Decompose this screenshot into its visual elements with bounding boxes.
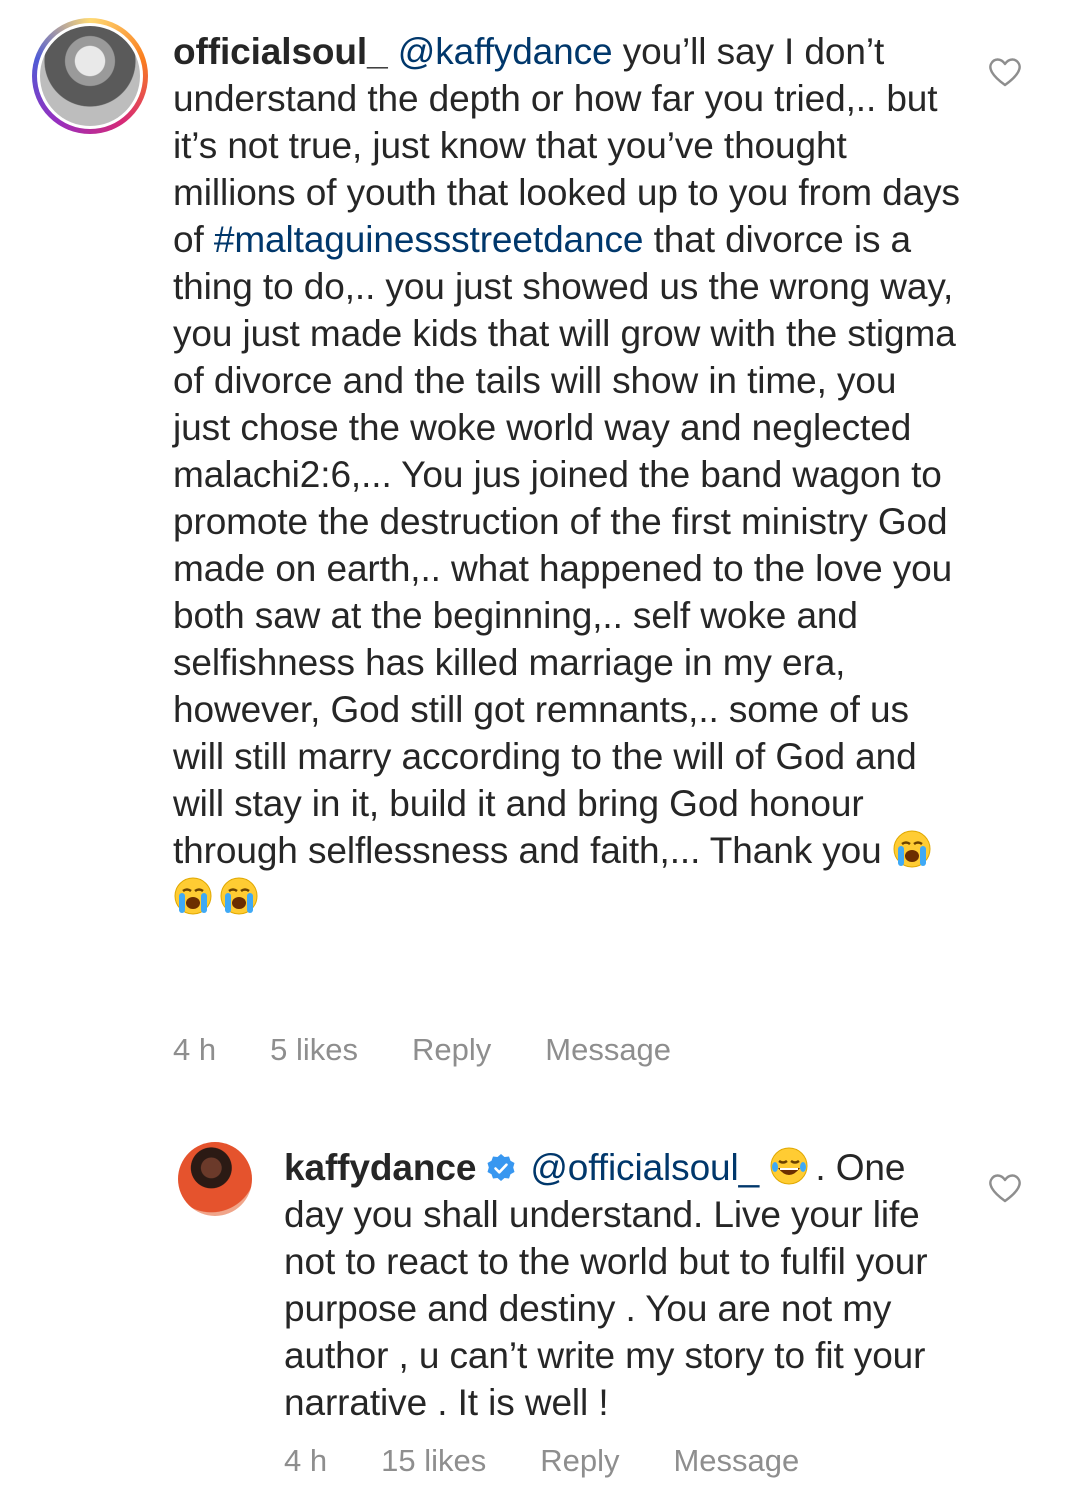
comment-text: that divorce is a thing to do,.. you jus… [173,219,956,871]
username[interactable]: kaffydance [284,1147,476,1188]
message-button[interactable]: Message [545,1032,671,1068]
likes-count[interactable]: 15 likes [381,1443,486,1479]
mention-link[interactable]: @officialsoul_ [530,1147,759,1188]
reply-button[interactable]: Reply [412,1032,491,1068]
timestamp: 4 h [173,1032,217,1067]
reply-button[interactable]: Reply [540,1443,619,1479]
comment-text: . One day you shall understand. Live you… [284,1147,928,1423]
timestamp: 4 h [284,1443,328,1478]
comment-body: officialsoul_ @kaffydance you’ll say I d… [173,28,963,921]
heart-icon[interactable] [988,56,1022,88]
comment-body: kaffydance @officialsoul_ . One day you s… [284,1144,974,1426]
comment-meta: 4 h 5 likes Reply Message [173,1032,725,1068]
loudly-crying-face-icon [174,877,212,915]
likes-count[interactable]: 5 likes [270,1032,358,1068]
comment-officialsoul: officialsoul_ @kaffydance you’ll say I d… [0,0,1080,1100]
tears-of-joy-face-icon [770,1147,808,1185]
comment-kaffydance: kaffydance @officialsoul_ . One day you s… [0,1110,1080,1508]
verified-badge-icon [487,1154,515,1181]
comment-meta: 4 h 15 likes Reply Message [284,1443,853,1479]
username[interactable]: officialsoul_ [173,31,388,72]
avatar[interactable] [40,26,140,126]
mention-link[interactable]: @kaffydance [398,31,613,72]
loudly-crying-face-icon [893,830,931,868]
heart-icon[interactable] [988,1172,1022,1204]
hashtag-link[interactable]: #maltaguinessstreetdance [214,219,644,260]
loudly-crying-face-icon [220,877,258,915]
message-button[interactable]: Message [673,1443,799,1479]
avatar[interactable] [178,1142,252,1216]
